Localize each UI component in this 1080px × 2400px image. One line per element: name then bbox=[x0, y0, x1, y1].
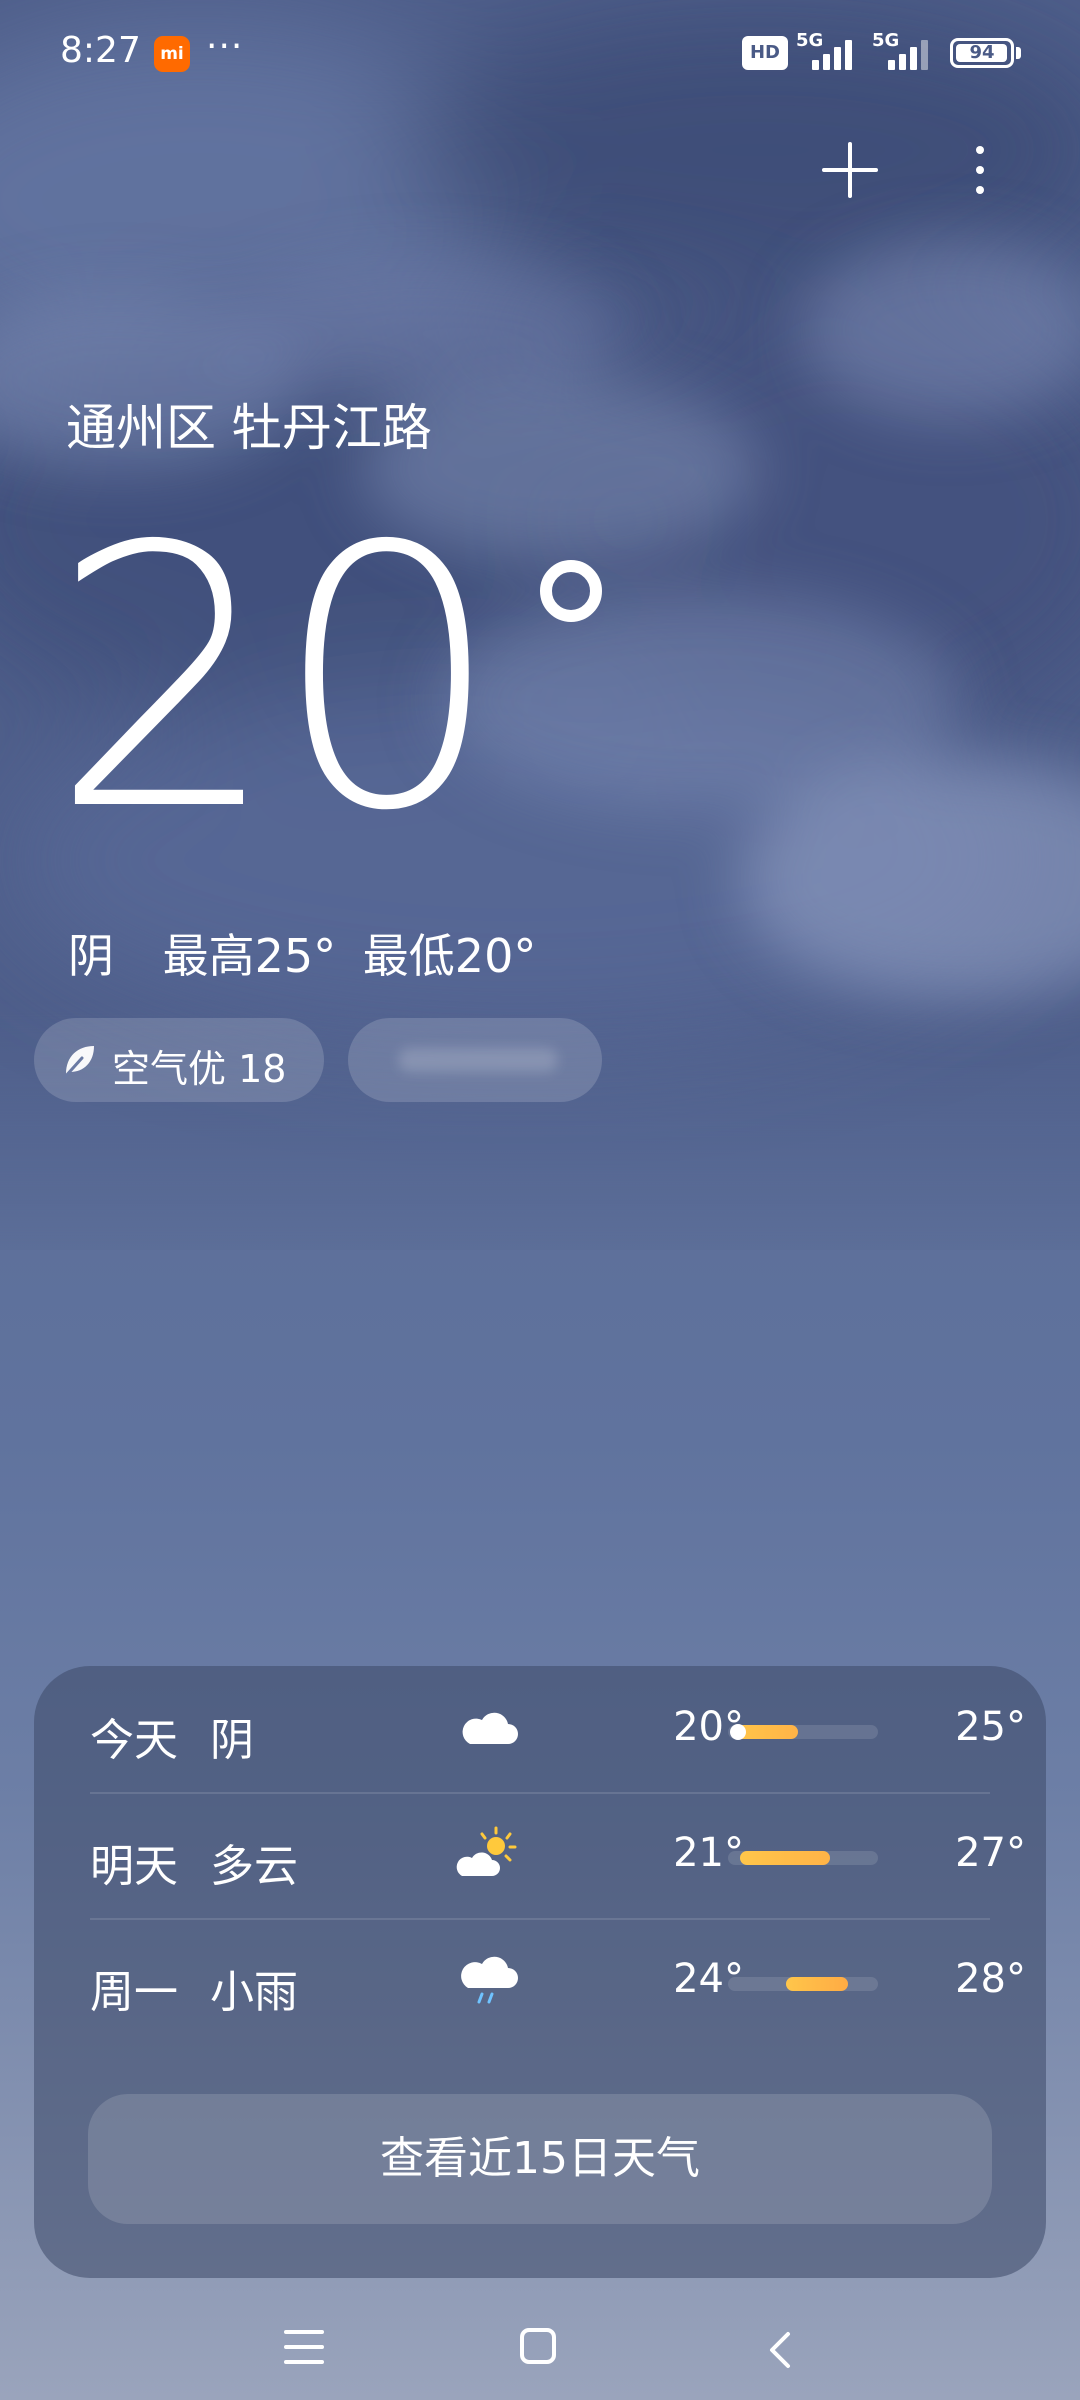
forecast-card: 今天 阴 20° 25° 明天 多云 21° 27° 周一 小雨 24° 28°… bbox=[34, 1666, 1046, 2278]
forecast-row-today[interactable]: 今天 阴 20° 25° bbox=[34, 1666, 1046, 1792]
air-quality-text: 空气优 18 bbox=[112, 1047, 287, 1091]
current-condition: 阴 bbox=[68, 929, 114, 983]
forecast-high: 28° bbox=[955, 1956, 1026, 2002]
forecast-high: 27° bbox=[955, 1830, 1026, 1876]
degree-symbol bbox=[540, 560, 602, 622]
forecast-low: 20° bbox=[673, 1704, 744, 1750]
status-bar: 8:27 mi ··· HD 5G 5G 94 bbox=[0, 0, 1080, 110]
forecast-condition: 多云 bbox=[210, 1841, 298, 1892]
more-notifications-icon: ··· bbox=[206, 26, 244, 67]
add-city-button[interactable] bbox=[820, 140, 880, 200]
light-rain-icon bbox=[461, 1956, 518, 2004]
battery-tip bbox=[1016, 47, 1021, 59]
battery-icon: 94 bbox=[950, 38, 1014, 68]
forecast-low: 24° bbox=[673, 1956, 744, 2002]
forecast-high: 25° bbox=[955, 1704, 1026, 1750]
air-quality-chip[interactable]: 空气优 18 bbox=[34, 1018, 324, 1102]
temperature-range-bar bbox=[786, 1977, 848, 1991]
temperature-range-track bbox=[728, 1724, 878, 1740]
navigation-bar bbox=[0, 2280, 1080, 2400]
temperature-range-bar bbox=[740, 1851, 830, 1865]
temperature-range-track bbox=[728, 1977, 878, 1991]
forecast-day: 周一 bbox=[90, 1967, 178, 2018]
hd-voice-icon: HD bbox=[742, 36, 788, 70]
forecast-low: 21° bbox=[673, 1830, 744, 1876]
forecast-row-tomorrow[interactable]: 明天 多云 21° 27° bbox=[34, 1792, 1046, 1918]
temperature-range-track bbox=[728, 1851, 878, 1865]
menu-icon[interactable] bbox=[284, 2330, 324, 2366]
current-temp-marker bbox=[730, 1724, 746, 1740]
more-vertical-icon bbox=[976, 146, 984, 154]
today-low: 最低20° bbox=[362, 929, 537, 983]
mi-app-icon: mi bbox=[154, 36, 190, 72]
status-time: 8:27 bbox=[60, 30, 141, 71]
cloudy-icon bbox=[462, 1712, 518, 1744]
weather-summary: 阴 最高25° 最低20° bbox=[68, 920, 570, 986]
forecast-day: 今天 bbox=[90, 1715, 178, 1766]
location-title[interactable]: 通州区 牡丹江路 bbox=[66, 388, 432, 460]
battery-level: 94 bbox=[969, 42, 995, 63]
more-options-button[interactable] bbox=[960, 140, 1000, 200]
forecast-condition: 小雨 bbox=[210, 1967, 298, 2018]
today-high: 最高25° bbox=[162, 929, 337, 983]
signal-strength-icon-2 bbox=[882, 36, 936, 70]
info-chip[interactable] bbox=[348, 1018, 602, 1102]
forecast-day: 明天 bbox=[90, 1841, 178, 1892]
partly-cloudy-icon bbox=[456, 1826, 517, 1876]
view-15-day-forecast-button[interactable]: 查看近15日天气 bbox=[88, 2094, 992, 2224]
forecast-condition: 阴 bbox=[210, 1715, 254, 1766]
blurred-content bbox=[398, 1048, 558, 1072]
forecast-row-monday[interactable]: 周一 小雨 24° 28° bbox=[34, 1918, 1046, 2044]
leaf-icon bbox=[62, 1046, 94, 1080]
signal-strength-icon-1 bbox=[806, 36, 860, 70]
current-temperature: 20 bbox=[50, 470, 502, 889]
home-icon[interactable] bbox=[520, 2328, 556, 2364]
back-icon[interactable] bbox=[762, 2330, 802, 2370]
